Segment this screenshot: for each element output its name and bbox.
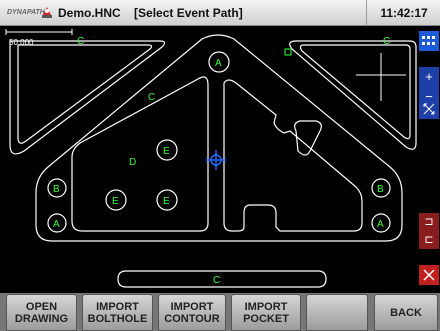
label-c-top-left: C — [77, 36, 84, 47]
origin-marker-icon[interactable] — [206, 150, 226, 170]
back-button[interactable]: BACK — [374, 294, 438, 331]
import-contour-line1: IMPORT — [170, 300, 214, 313]
redo-icon[interactable]: ⊏ — [419, 231, 439, 249]
right-toolbar: + − ⊐ ⊏ — [418, 27, 440, 293]
import-contour-button[interactable]: IMPORT CONTOUR — [158, 294, 226, 331]
import-pocket-line2: POCKET — [243, 312, 289, 325]
open-drawing-line2: DRAWING — [14, 312, 69, 325]
label-a-top: A — [215, 58, 222, 69]
scale-label: 50.000 — [9, 38, 34, 47]
scale-indicator: 50.000 — [5, 29, 73, 47]
open-drawing-line1: OPEN — [25, 300, 58, 313]
zoom-in-icon[interactable]: + — [419, 67, 439, 87]
label-e-mid-left: E — [112, 196, 119, 207]
open-drawing-button[interactable]: OPEN DRAWING — [6, 294, 77, 331]
contour-top-right[interactable] — [289, 40, 417, 150]
softkey-bar: OPEN DRAWING IMPORT BOLTHOLE IMPORT CONT… — [0, 293, 440, 331]
label-c-bottom: C — [213, 275, 220, 286]
label-e-mid-right: E — [163, 196, 170, 207]
label-d: D — [129, 157, 136, 168]
grid-menu-icon[interactable] — [419, 31, 439, 51]
logo-icon — [42, 7, 52, 18]
pocket-right[interactable] — [223, 79, 363, 232]
drawing-svg[interactable]: 50.000 C C C C A B A B A D E E E — [0, 27, 418, 293]
import-contour-line2: CONTOUR — [164, 312, 220, 325]
label-b-right: B — [377, 184, 384, 195]
bolt-holes[interactable] — [47, 51, 391, 233]
mode-label: [Select Event Path] — [134, 6, 243, 20]
delete-icon[interactable] — [419, 265, 439, 285]
import-pocket-button[interactable]: IMPORT POCKET — [231, 294, 301, 331]
import-pocket-line1: IMPORT — [244, 300, 288, 313]
import-bolthole-line1: IMPORT — [96, 300, 139, 313]
back-label: BACK — [390, 306, 422, 319]
small-square-marker[interactable] — [284, 48, 292, 56]
label-e-top: E — [163, 146, 170, 157]
label-b-left: B — [53, 184, 60, 195]
blank-softkey-button[interactable] — [306, 294, 368, 331]
undo-icon[interactable]: ⊐ — [419, 213, 439, 231]
clock: 11:42:17 — [366, 0, 440, 26]
window-title: Demo.HNC [Select Event Path] — [58, 6, 243, 20]
import-bolthole-button[interactable]: IMPORT BOLTHOLE — [82, 294, 153, 331]
title-bar: DYNAPATH Demo.HNC [Select Event Path] 11… — [0, 0, 440, 26]
label-c-center: C — [148, 92, 155, 103]
document-name: Demo.HNC — [58, 6, 121, 20]
label-a-right: A — [377, 219, 384, 230]
fit-view-icon[interactable] — [419, 99, 439, 119]
label-a-left: A — [53, 219, 60, 230]
contour-top-left[interactable] — [9, 40, 166, 155]
import-bolthole-line2: BOLTHOLE — [87, 312, 148, 325]
drawing-canvas[interactable]: 50.000 C C C C A B A B A D E E E — [0, 27, 418, 293]
label-c-top-right: C — [383, 36, 390, 47]
bottom-slot[interactable] — [117, 270, 327, 288]
